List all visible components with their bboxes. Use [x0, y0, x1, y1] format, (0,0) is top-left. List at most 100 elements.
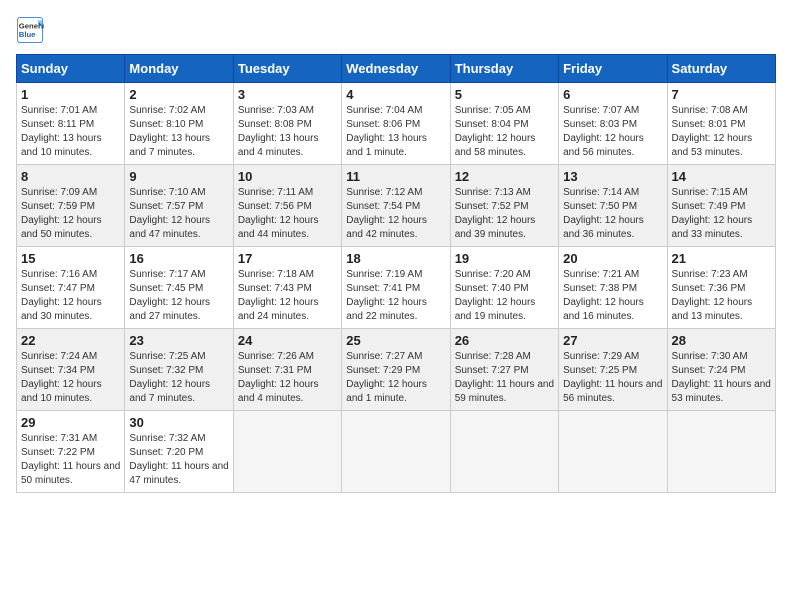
- calendar-cell: 24 Sunrise: 7:26 AMSunset: 7:31 PMDayligh…: [233, 329, 341, 411]
- calendar-cell: 22 Sunrise: 7:24 AMSunset: 7:34 PMDayligh…: [17, 329, 125, 411]
- header-thursday: Thursday: [450, 55, 558, 83]
- day-number: 18: [346, 251, 445, 266]
- calendar-cell: 30 Sunrise: 7:32 AMSunset: 7:20 PMDayligh…: [125, 411, 233, 493]
- day-info: Sunrise: 7:21 AMSunset: 7:38 PMDaylight:…: [563, 268, 662, 324]
- day-number: 1: [21, 87, 120, 102]
- day-number: 2: [129, 87, 228, 102]
- day-info: Sunrise: 7:16 AMSunset: 7:47 PMDaylight:…: [21, 268, 120, 324]
- calendar-week-0: 1 Sunrise: 7:01 AMSunset: 8:11 PMDaylight…: [17, 83, 776, 165]
- day-number: 21: [672, 251, 771, 266]
- day-info: Sunrise: 7:32 AMSunset: 7:20 PMDaylight:…: [129, 432, 228, 488]
- day-info: Sunrise: 7:08 AMSunset: 8:01 PMDaylight:…: [672, 104, 771, 160]
- day-number: 30: [129, 415, 228, 430]
- day-number: 26: [455, 333, 554, 348]
- calendar-cell: 29Sunrise: 7:31 AMSunset: 7:22 PMDayligh…: [17, 411, 125, 493]
- day-number: 12: [455, 169, 554, 184]
- day-info: Sunrise: 7:18 AMSunset: 7:43 PMDaylight:…: [238, 268, 337, 324]
- day-number: 14: [672, 169, 771, 184]
- day-number: 6: [563, 87, 662, 102]
- day-info: Sunrise: 7:27 AMSunset: 7:29 PMDaylight:…: [346, 350, 445, 406]
- day-info: Sunrise: 7:14 AMSunset: 7:50 PMDaylight:…: [563, 186, 662, 242]
- calendar-cell: 17 Sunrise: 7:18 AMSunset: 7:43 PMDayligh…: [233, 247, 341, 329]
- day-info: Sunrise: 7:28 AMSunset: 7:27 PMDaylight:…: [455, 350, 554, 406]
- day-info: Sunrise: 7:10 AMSunset: 7:57 PMDaylight:…: [129, 186, 228, 242]
- day-info: Sunrise: 7:25 AMSunset: 7:32 PMDaylight:…: [129, 350, 228, 406]
- day-info: Sunrise: 7:17 AMSunset: 7:45 PMDaylight:…: [129, 268, 228, 324]
- calendar-cell: 21 Sunrise: 7:23 AMSunset: 7:36 PMDayligh…: [667, 247, 775, 329]
- day-info: Sunrise: 7:03 AMSunset: 8:08 PMDaylight:…: [238, 104, 337, 160]
- calendar-cell: 12 Sunrise: 7:13 AMSunset: 7:52 PMDayligh…: [450, 165, 558, 247]
- calendar-cell: 16 Sunrise: 7:17 AMSunset: 7:45 PMDayligh…: [125, 247, 233, 329]
- calendar-table: SundayMondayTuesdayWednesdayThursdayFrid…: [16, 54, 776, 493]
- calendar-cell: 26 Sunrise: 7:28 AMSunset: 7:27 PMDayligh…: [450, 329, 558, 411]
- calendar-week-4: 29Sunrise: 7:31 AMSunset: 7:22 PMDayligh…: [17, 411, 776, 493]
- calendar-cell: [559, 411, 667, 493]
- calendar-week-2: 15 Sunrise: 7:16 AMSunset: 7:47 PMDayligh…: [17, 247, 776, 329]
- calendar-cell: 1 Sunrise: 7:01 AMSunset: 8:11 PMDaylight…: [17, 83, 125, 165]
- day-number: 13: [563, 169, 662, 184]
- calendar-cell: 10 Sunrise: 7:11 AMSunset: 7:56 PMDayligh…: [233, 165, 341, 247]
- calendar-cell: 2 Sunrise: 7:02 AMSunset: 8:10 PMDaylight…: [125, 83, 233, 165]
- calendar-cell: 5 Sunrise: 7:05 AMSunset: 8:04 PMDaylight…: [450, 83, 558, 165]
- calendar-week-1: 8Sunrise: 7:09 AMSunset: 7:59 PMDaylight…: [17, 165, 776, 247]
- header-saturday: Saturday: [667, 55, 775, 83]
- day-info: Sunrise: 7:13 AMSunset: 7:52 PMDaylight:…: [455, 186, 554, 242]
- day-number: 15: [21, 251, 120, 266]
- day-info: Sunrise: 7:26 AMSunset: 7:31 PMDaylight:…: [238, 350, 337, 406]
- day-number: 7: [672, 87, 771, 102]
- day-number: 22: [21, 333, 120, 348]
- calendar-cell: 8Sunrise: 7:09 AMSunset: 7:59 PMDaylight…: [17, 165, 125, 247]
- day-number: 28: [672, 333, 771, 348]
- calendar-cell: 13 Sunrise: 7:14 AMSunset: 7:50 PMDayligh…: [559, 165, 667, 247]
- calendar-cell: 15 Sunrise: 7:16 AMSunset: 7:47 PMDayligh…: [17, 247, 125, 329]
- day-number: 19: [455, 251, 554, 266]
- day-number: 5: [455, 87, 554, 102]
- calendar-cell: 19 Sunrise: 7:20 AMSunset: 7:40 PMDayligh…: [450, 247, 558, 329]
- calendar-cell: [342, 411, 450, 493]
- calendar-cell: [450, 411, 558, 493]
- day-info: Sunrise: 7:19 AMSunset: 7:41 PMDaylight:…: [346, 268, 445, 324]
- day-number: 25: [346, 333, 445, 348]
- day-info: Sunrise: 7:04 AMSunset: 8:06 PMDaylight:…: [346, 104, 445, 160]
- day-number: 3: [238, 87, 337, 102]
- day-info: Sunrise: 7:31 AMSunset: 7:22 PMDaylight:…: [21, 432, 120, 488]
- calendar-cell: 23 Sunrise: 7:25 AMSunset: 7:32 PMDayligh…: [125, 329, 233, 411]
- day-info: Sunrise: 7:12 AMSunset: 7:54 PMDaylight:…: [346, 186, 445, 242]
- day-info: Sunrise: 7:29 AMSunset: 7:25 PMDaylight:…: [563, 350, 662, 406]
- calendar-cell: 20Sunrise: 7:21 AMSunset: 7:38 PMDayligh…: [559, 247, 667, 329]
- day-info: Sunrise: 7:15 AMSunset: 7:49 PMDaylight:…: [672, 186, 771, 242]
- day-info: Sunrise: 7:05 AMSunset: 8:04 PMDaylight:…: [455, 104, 554, 160]
- svg-text:Blue: Blue: [19, 30, 36, 39]
- day-info: Sunrise: 7:24 AMSunset: 7:34 PMDaylight:…: [21, 350, 120, 406]
- logo-icon: General Blue: [16, 16, 44, 44]
- header-monday: Monday: [125, 55, 233, 83]
- day-number: 24: [238, 333, 337, 348]
- day-number: 10: [238, 169, 337, 184]
- calendar-cell: 3 Sunrise: 7:03 AMSunset: 8:08 PMDaylight…: [233, 83, 341, 165]
- day-number: 17: [238, 251, 337, 266]
- day-number: 23: [129, 333, 228, 348]
- calendar-cell: 14 Sunrise: 7:15 AMSunset: 7:49 PMDayligh…: [667, 165, 775, 247]
- header-sunday: Sunday: [17, 55, 125, 83]
- day-info: Sunrise: 7:20 AMSunset: 7:40 PMDaylight:…: [455, 268, 554, 324]
- calendar-cell: 18 Sunrise: 7:19 AMSunset: 7:41 PMDayligh…: [342, 247, 450, 329]
- calendar-cell: [233, 411, 341, 493]
- logo: General Blue: [16, 16, 48, 44]
- page-header: General Blue: [16, 16, 776, 44]
- calendar-header-row: SundayMondayTuesdayWednesdayThursdayFrid…: [17, 55, 776, 83]
- calendar-cell: 6 Sunrise: 7:07 AMSunset: 8:03 PMDaylight…: [559, 83, 667, 165]
- calendar-cell: 27Sunrise: 7:29 AMSunset: 7:25 PMDayligh…: [559, 329, 667, 411]
- day-info: Sunrise: 7:01 AMSunset: 8:11 PMDaylight:…: [21, 104, 120, 160]
- day-number: 16: [129, 251, 228, 266]
- day-info: Sunrise: 7:30 AMSunset: 7:24 PMDaylight:…: [672, 350, 771, 406]
- day-info: Sunrise: 7:11 AMSunset: 7:56 PMDaylight:…: [238, 186, 337, 242]
- day-info: Sunrise: 7:23 AMSunset: 7:36 PMDaylight:…: [672, 268, 771, 324]
- day-info: Sunrise: 7:02 AMSunset: 8:10 PMDaylight:…: [129, 104, 228, 160]
- day-info: Sunrise: 7:07 AMSunset: 8:03 PMDaylight:…: [563, 104, 662, 160]
- calendar-week-3: 22 Sunrise: 7:24 AMSunset: 7:34 PMDayligh…: [17, 329, 776, 411]
- day-number: 11: [346, 169, 445, 184]
- calendar-cell: 25 Sunrise: 7:27 AMSunset: 7:29 PMDayligh…: [342, 329, 450, 411]
- header-friday: Friday: [559, 55, 667, 83]
- calendar-cell: 7 Sunrise: 7:08 AMSunset: 8:01 PMDaylight…: [667, 83, 775, 165]
- calendar-cell: [667, 411, 775, 493]
